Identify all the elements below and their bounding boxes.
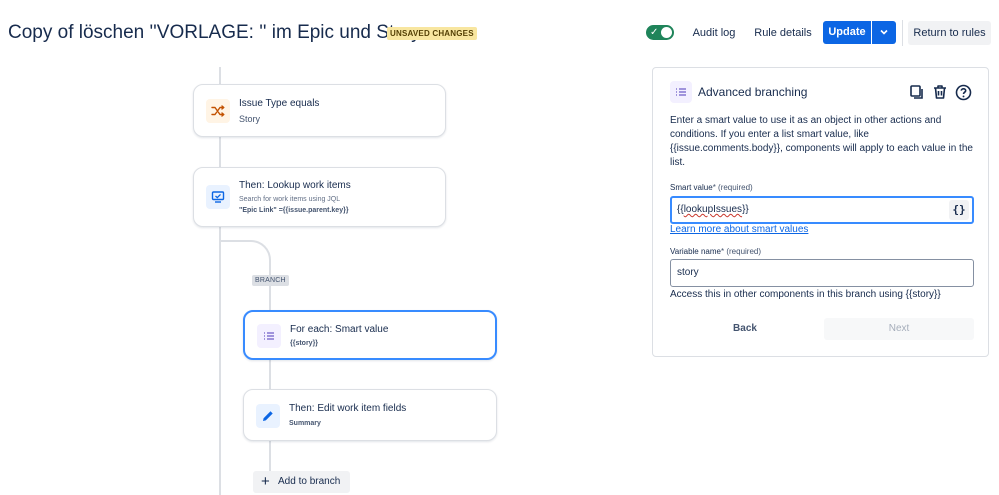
lookup-work-items-card[interactable]: Then: Lookup work items Search for work … [193,167,446,227]
pencil-icon [256,404,280,428]
panel-description: Enter a smart value to use it as an obje… [670,115,973,168]
return-to-rules-button[interactable]: Return to rules [908,21,991,45]
add-to-branch-label: Add to branch [278,476,341,487]
list-icon [257,324,281,348]
page-title: Copy of löschen ''VORLAGE: '' im Epic un… [8,22,421,43]
panel-title: Advanced branching [698,85,808,99]
card-description: Search for work items using JQL [239,196,341,203]
card-value: {{story}} [290,340,319,347]
smart-value-label: Smart value* (required) [670,183,753,192]
card-title: Then: Lookup work items [239,180,351,191]
add-to-branch-button[interactable]: + Add to branch [253,471,350,493]
flow-connector [269,441,271,471]
smart-value-input[interactable]: {{lookupIssues}} {} [670,196,974,224]
branch-connector [219,240,271,280]
duplicate-icon[interactable] [907,81,927,103]
required-indicator: * (required) [721,247,762,256]
toggle-knob [661,27,672,38]
help-icon[interactable] [953,81,973,103]
variable-name-label: Variable name* (required) [670,247,761,256]
card-jql: "Epic Link" ={{issue.parent.key}} [239,207,349,214]
audit-log-button[interactable]: Audit log [686,21,742,45]
update-button[interactable]: Update [823,21,871,44]
branch-lozenge: BRANCH [252,275,289,286]
header-divider [902,20,903,46]
card-title: Issue Type equals [239,98,320,109]
smart-value-prefix: {{ [677,204,684,215]
smart-value-text: lookupIssues [683,204,743,215]
card-title: For each: Smart value [290,324,389,335]
shuffle-icon [206,99,230,123]
variable-name-input[interactable]: story [670,259,974,287]
plus-icon: + [261,473,270,490]
back-button[interactable]: Back [670,318,820,340]
card-value: Story [239,114,261,124]
advanced-branching-panel: Advanced branching Enter a smart value t… [652,67,989,357]
unsaved-changes-badge: UNSAVED CHANGES [387,27,477,40]
monitor-icon [206,185,230,209]
required-indicator: * (required) [712,183,753,192]
card-value: Summary [289,420,321,427]
edit-work-item-fields-card[interactable]: Then: Edit work item fields Summary [243,389,497,441]
check-icon: ✓ [650,27,659,38]
update-dropdown-button[interactable] [872,21,896,44]
learn-more-link[interactable]: Learn more about smart values [670,224,808,235]
insert-smart-value-button[interactable]: {} [949,200,969,220]
smart-value-label-text: Smart value [670,183,713,192]
issue-type-condition-card[interactable]: Issue Type equals Story [193,84,446,137]
flow-connector [219,67,221,85]
smart-value-suffix: }} [742,204,749,215]
next-button[interactable]: Next [824,318,974,340]
chevron-down-icon [880,29,888,35]
rule-enabled-toggle[interactable]: ✓ [646,25,674,40]
rule-details-button[interactable]: Rule details [750,21,816,45]
trash-icon[interactable] [930,81,950,103]
flow-connector [219,137,221,167]
variable-name-label-text: Variable name [670,247,721,256]
list-icon [670,81,692,103]
card-title: Then: Edit work item fields [289,403,407,414]
flow-connector [269,360,271,390]
for-each-smart-value-card[interactable]: For each: Smart value {{story}} [243,310,497,360]
variable-helper-text: Access this in other components in this … [670,289,941,300]
